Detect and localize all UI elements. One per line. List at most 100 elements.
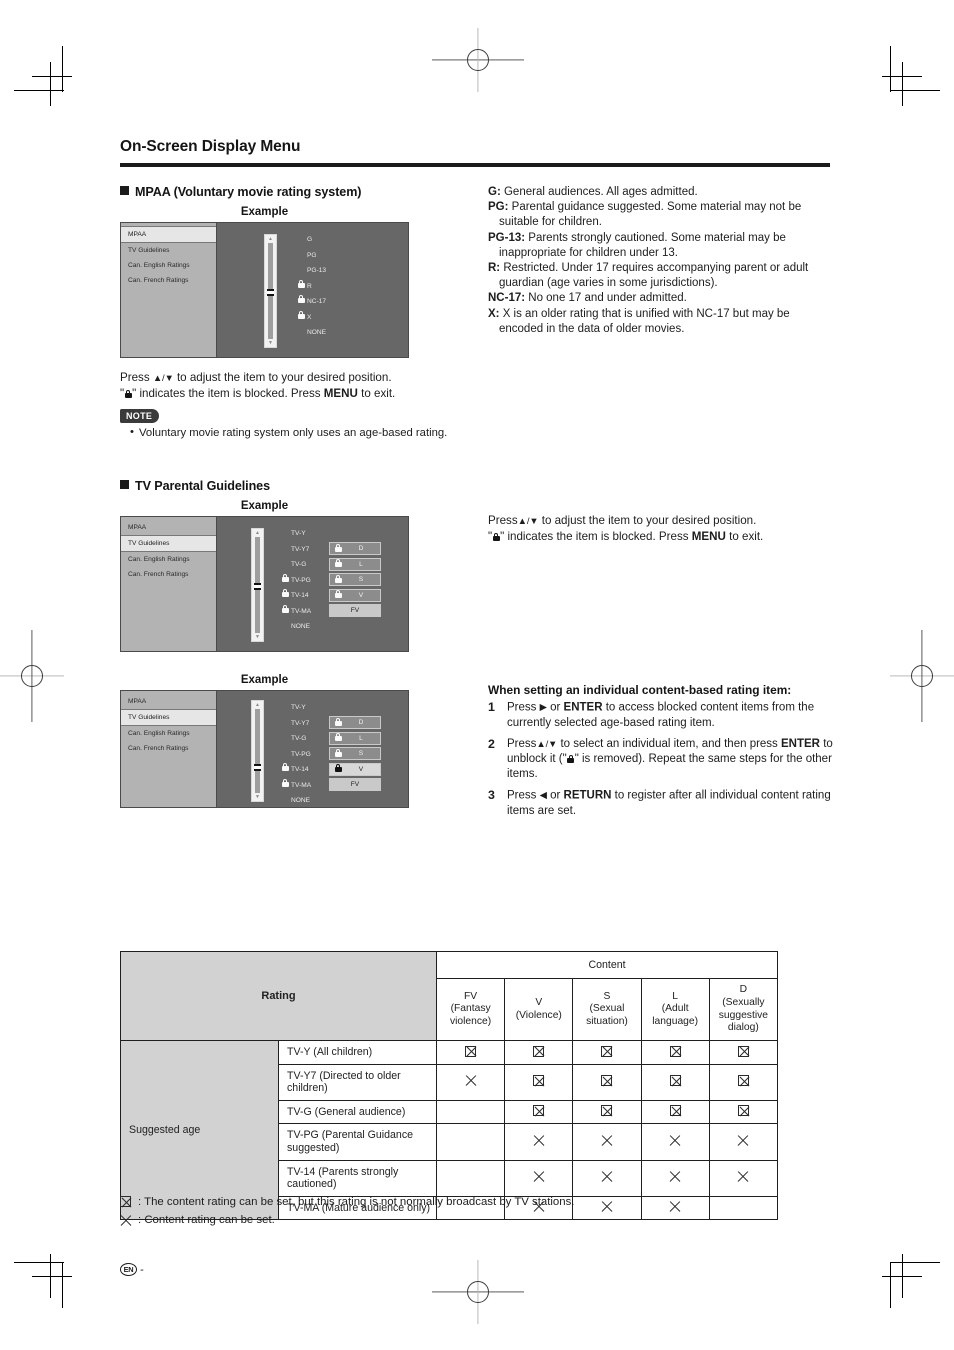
step-number: 2 [488, 736, 495, 751]
mark-cell-d [708, 1040, 779, 1065]
osd-scrollbar[interactable]: ▲ ▼ [251, 528, 264, 643]
list-item[interactable]: PG [295, 248, 347, 264]
osd-scrollbar[interactable]: ▲ ▼ [251, 700, 264, 803]
content-box-d[interactable]: D [329, 716, 381, 730]
definition-text: Parents strongly cautioned. Some materia… [499, 231, 786, 259]
osd-scrollbar[interactable]: ▲ ▼ [264, 234, 277, 348]
mark-cell-fv [435, 1063, 506, 1101]
lock-icon [334, 748, 342, 757]
list-item[interactable]: TV-Y [279, 526, 331, 542]
definition-nc17: NC-17: No one 17 and under admitted. [488, 291, 836, 306]
list-item[interactable]: TV-14 [279, 762, 331, 778]
scrollbar-thumb[interactable] [254, 583, 261, 591]
lock-icon [281, 604, 289, 613]
note-badge: NOTE [120, 408, 160, 424]
content-box-l[interactable]: L [329, 731, 381, 745]
list-item[interactable]: TV-PG [279, 573, 331, 589]
scroll-down-arrow-icon[interactable]: ▼ [255, 634, 260, 640]
content-rating-boxes: D L S V FV [329, 716, 381, 794]
sidebar-item-tv-guidelines[interactable]: TV Guidelines [121, 709, 216, 727]
boxed-x-icon [601, 1105, 613, 1117]
list-item[interactable]: TV-MA [279, 778, 331, 794]
mpaa-example-caption: Example [240, 206, 289, 218]
sidebar-item-can-english-ratings[interactable]: Can. English Ratings [121, 258, 216, 273]
rating-label: TV-14 [291, 766, 309, 774]
content-box-fv[interactable]: FV [329, 778, 381, 792]
sidebar-item-mpaa[interactable]: MPAA [121, 226, 216, 243]
sidebar-item-can-french-ratings[interactable]: Can. French Ratings [121, 741, 216, 756]
rating-label: NONE [307, 329, 327, 336]
boxed-x-icon [737, 1105, 749, 1117]
content-box-v[interactable]: V [329, 762, 381, 776]
rating-label: R [307, 282, 312, 290]
sidebar-item-tv-guidelines[interactable]: TV Guidelines [121, 535, 216, 553]
rating-label: TV-14 [291, 592, 309, 600]
rating-row-label: TV-G (General audience) [278, 1099, 437, 1125]
scroll-up-arrow-icon[interactable]: ▲ [255, 702, 260, 708]
boxed-x-icon [601, 1045, 613, 1057]
rating-label: TV-Y7 [291, 719, 310, 727]
scroll-down-arrow-icon[interactable]: ▼ [268, 340, 273, 346]
list-item[interactable]: TV-PG [279, 747, 331, 763]
tv-rating-list: TV-Y TV-Y7 TV-G TV-PG TV-14 TV-MA NONE [279, 526, 331, 635]
content-box-d[interactable]: D [329, 542, 381, 556]
scrollbar-thumb[interactable] [254, 764, 261, 772]
sidebar-item-can-french-ratings[interactable]: Can. French Ratings [121, 273, 216, 288]
content-box-s[interactable]: S [329, 573, 381, 587]
list-item[interactable]: TV-Y7 [279, 716, 331, 732]
list-item[interactable]: NONE [295, 325, 347, 341]
scroll-up-arrow-icon[interactable]: ▲ [268, 236, 273, 242]
content-letter: S [358, 750, 364, 758]
list-item[interactable]: TV-Y [279, 700, 331, 716]
right-arrow-icon: ▶ [539, 702, 547, 714]
mpaa-note-list: Voluntary movie rating system only uses … [120, 425, 480, 441]
rating-column-header: Rating [120, 951, 437, 1041]
column-header-fv: FV (Fantasy violence) [435, 978, 506, 1041]
rating-content-table: Rating Content FV (Fantasy violence) V (Vi… [120, 951, 779, 1221]
rating-label: TV-G [291, 561, 307, 569]
mark-cell-v [504, 1123, 574, 1161]
sidebar-item-can-english-ratings[interactable]: Can. English Ratings [121, 552, 216, 567]
list-item[interactable]: TV-MA [279, 604, 331, 620]
list-item[interactable]: TV-G [279, 731, 331, 747]
content-letter: FV [350, 607, 360, 615]
individual-rating-block: When setting an individual content-based… [488, 683, 836, 819]
list-item[interactable]: R [295, 279, 347, 295]
sidebar-item-tv-guidelines[interactable]: TV Guidelines [121, 243, 216, 258]
x-icon [737, 1171, 749, 1183]
legend-row-boxed-x: : The content rating can be set, but thi… [120, 1195, 820, 1211]
scrollbar-thumb[interactable] [267, 289, 274, 296]
list-item[interactable]: NONE [279, 793, 331, 809]
list-item[interactable]: PG-13 [295, 263, 347, 279]
sidebar-item-mpaa[interactable]: MPAA [121, 694, 216, 709]
scroll-down-arrow-icon[interactable]: ▼ [255, 794, 260, 800]
list-item[interactable]: X [295, 310, 347, 326]
rating-row-label: TV-Y7 (Directed to older children) [278, 1063, 437, 1101]
definition-pg: PG: Parental guidance suggested. Some ma… [488, 200, 836, 230]
boxed-x-icon [465, 1045, 477, 1057]
sidebar-item-mpaa[interactable]: MPAA [121, 520, 216, 535]
content-box-l[interactable]: L [329, 557, 381, 571]
title-rule [120, 163, 830, 167]
list-item[interactable]: TV-G [279, 557, 331, 573]
list-item[interactable]: G [295, 232, 347, 248]
content-letter: V [358, 591, 364, 599]
menu-key-label: MENU [691, 530, 726, 544]
list-item[interactable]: NONE [279, 619, 331, 635]
list-item: Voluntary movie rating system only uses … [130, 425, 480, 441]
scroll-up-arrow-icon[interactable]: ▲ [255, 530, 260, 536]
boxed-x-icon [669, 1045, 681, 1057]
content-box-s[interactable]: S [329, 747, 381, 761]
boxed-x-icon [669, 1105, 681, 1117]
list-item[interactable]: NC-17 [295, 294, 347, 310]
content-box-v[interactable]: V [329, 588, 381, 602]
list-item[interactable]: TV-14 [279, 588, 331, 604]
definition-text: General audiences. All ages admitted. [500, 186, 698, 198]
page-footer: EN - [120, 1263, 144, 1276]
sidebar-item-can-english-ratings[interactable]: Can. English Ratings [121, 726, 216, 741]
sidebar-item-can-french-ratings[interactable]: Can. French Ratings [121, 567, 216, 582]
content-box-fv[interactable]: FV [329, 604, 381, 618]
list-item[interactable]: TV-Y7 [279, 542, 331, 558]
x-icon [120, 1214, 132, 1226]
lock-slot [330, 748, 346, 759]
